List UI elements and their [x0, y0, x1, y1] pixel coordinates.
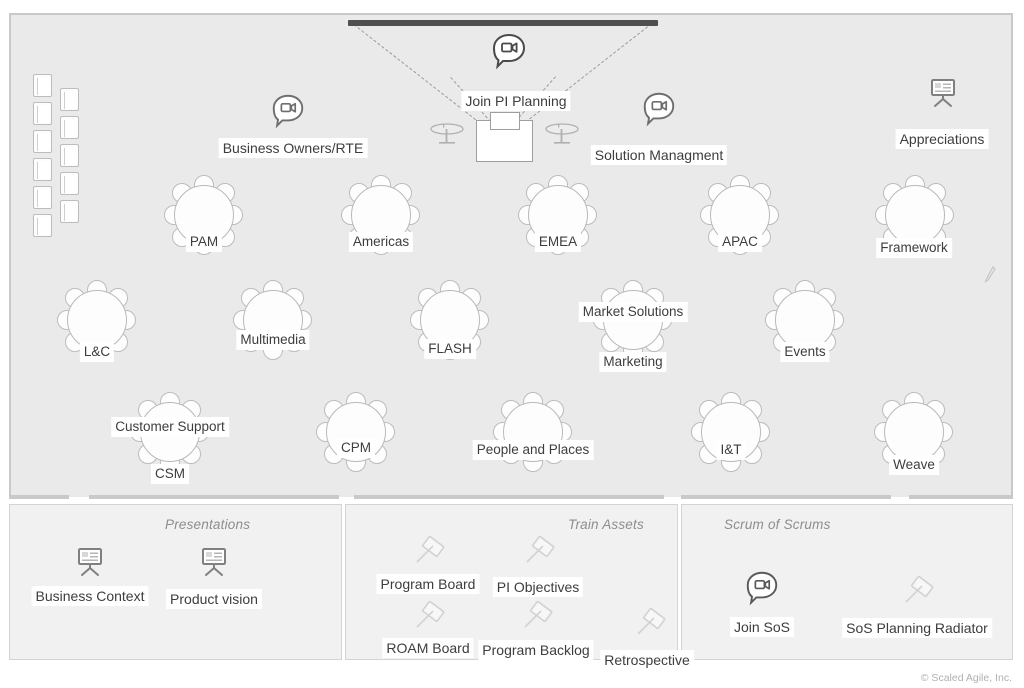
table-label[interactable]: EMEA — [534, 232, 582, 252]
business-context-label[interactable]: Business Context — [31, 586, 149, 606]
table-label[interactable]: APAC — [718, 232, 762, 252]
wall-board-icon[interactable] — [33, 130, 52, 153]
video-chat-icon[interactable] — [269, 91, 307, 129]
panel-topbar — [354, 495, 664, 499]
program-backlog-label[interactable]: Program Backlog — [478, 640, 594, 660]
table-label[interactable]: CSM — [151, 464, 189, 484]
panel-title: Scrum of Scrums — [724, 517, 831, 532]
wall-board-icon[interactable] — [33, 214, 52, 237]
panel-title: Presentations — [165, 517, 251, 532]
appreciations-label[interactable]: Appreciations — [895, 129, 989, 149]
table-label[interactable]: Events — [780, 342, 830, 362]
solution-management-label[interactable]: Solution Managment — [590, 145, 728, 165]
product-vision-label[interactable]: Product vision — [166, 589, 262, 609]
whiteboard-icon[interactable] — [408, 595, 448, 635]
table-label[interactable]: Framework — [876, 238, 952, 258]
copyright-text: © Scaled Agile, Inc. — [920, 672, 1012, 684]
side-desk-right — [545, 123, 579, 150]
whiteboard-icon[interactable] — [629, 602, 669, 642]
main-room-area: Join PI Planning Business Owners/RTE Sol… — [9, 13, 1013, 497]
whiteboard-icon[interactable] — [518, 530, 558, 570]
panel-topbar — [681, 495, 891, 499]
video-chat-icon[interactable] — [489, 30, 529, 70]
wall-board-icon[interactable] — [60, 116, 79, 139]
business-owners-rte-label[interactable]: Business Owners/RTE — [218, 138, 368, 158]
pi-planning-room-canvas: Join PI Planning Business Owners/RTE Sol… — [0, 0, 1024, 688]
video-chat-icon[interactable] — [640, 89, 678, 127]
join-pi-planning-label[interactable]: Join PI Planning — [461, 91, 571, 111]
side-desk-left — [430, 123, 464, 150]
train-assets-panel: Train Assets Program Board PI Objectives — [345, 504, 694, 670]
panel-topbar — [89, 495, 339, 499]
table-label[interactable]: People and Places — [472, 440, 594, 460]
easel-presentation-icon[interactable] — [72, 544, 108, 580]
wall-board-icon[interactable] — [60, 172, 79, 195]
panel-topbar — [909, 495, 1013, 499]
table-label[interactable]: L&C — [79, 342, 115, 362]
whiteboard-icon[interactable] — [516, 595, 556, 635]
wall-board-icon[interactable] — [33, 102, 52, 125]
table-label[interactable]: I&T — [716, 440, 746, 460]
table-label[interactable]: FLASH — [424, 339, 476, 359]
table-label[interactable]: Weave — [889, 455, 939, 475]
pen-cursor-icon — [983, 265, 997, 290]
roam-board-label[interactable]: ROAM Board — [382, 638, 474, 658]
video-chat-icon[interactable] — [743, 568, 781, 606]
team-table[interactable] — [316, 392, 395, 472]
wall-board-icon[interactable] — [33, 158, 52, 181]
table-label[interactable]: Multimedia — [236, 330, 310, 350]
whiteboard-icon[interactable] — [408, 530, 448, 570]
table-label[interactable]: CPM — [337, 438, 375, 458]
table-label[interactable]: Marketing — [599, 352, 667, 372]
table-label[interactable]: Market Solutions — [578, 302, 688, 322]
podium-top — [490, 112, 520, 130]
table-label[interactable]: PAM — [185, 232, 223, 252]
retrospective-label[interactable]: Retrospective — [600, 650, 694, 670]
table-label[interactable]: Customer Support — [111, 417, 229, 437]
wall-board-icon[interactable] — [60, 144, 79, 167]
panel-title: Train Assets — [568, 517, 644, 532]
program-board-label[interactable]: Program Board — [376, 574, 480, 594]
easel-presentation-icon[interactable] — [925, 75, 961, 111]
bottom-panels: Presentations Business Context Product v… — [9, 495, 1013, 670]
easel-presentation-icon[interactable] — [196, 544, 232, 580]
whiteboard-icon[interactable] — [897, 570, 937, 610]
projector-screen[interactable] — [348, 20, 658, 26]
table-label[interactable]: Americas — [348, 232, 414, 252]
wall-board-icon[interactable] — [33, 186, 52, 209]
pi-objectives-label[interactable]: PI Objectives — [492, 577, 584, 597]
presentations-panel: Presentations Business Context Product v… — [9, 504, 342, 660]
wall-board-icon[interactable] — [33, 74, 52, 97]
join-sos-label[interactable]: Join SoS — [729, 617, 795, 637]
wall-board-icon[interactable] — [60, 200, 79, 223]
wall-board-icon[interactable] — [60, 88, 79, 111]
scrum-of-scrums-panel: Scrum of Scrums Join SoS SoS Planning Ra… — [681, 504, 1013, 660]
sos-planning-radiator-label[interactable]: SoS Planning Radiator — [842, 618, 992, 638]
panel-topbar — [9, 495, 69, 499]
